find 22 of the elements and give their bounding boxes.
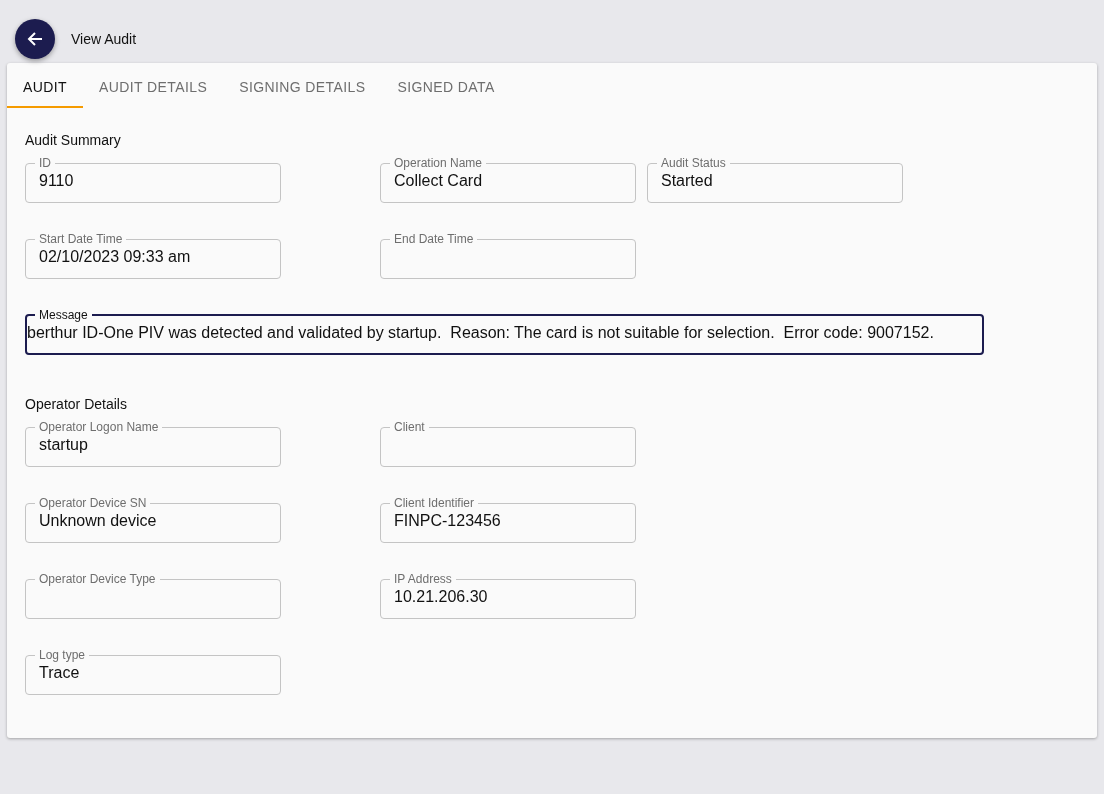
tab[interactable]: SIGNING DETAILS xyxy=(223,71,382,108)
text-field[interactable]: End Date Time xyxy=(380,232,636,279)
text-field[interactable]: Log type Trace xyxy=(25,648,281,695)
text-field[interactable]: Client Identifier FINPC-123456 xyxy=(380,496,636,543)
text-field[interactable]: Operator Device Type xyxy=(25,572,281,619)
tab[interactable]: AUDIT xyxy=(7,71,83,108)
section-title: Audit Summary xyxy=(25,131,121,150)
text-field[interactable]: Operator Logon Name startup xyxy=(25,420,281,467)
back-arrow-icon xyxy=(26,30,44,48)
text-field[interactable]: Operator Device SN Unknown device xyxy=(25,496,281,543)
page-title: View Audit xyxy=(71,29,137,49)
text-field[interactable]: IP Address 10.21.206.30 xyxy=(380,572,636,619)
text-field[interactable]: Client xyxy=(380,420,636,467)
section-title: Operator Details xyxy=(25,395,127,414)
tab[interactable]: AUDIT DETAILS xyxy=(83,71,224,108)
text-field[interactable]: Start Date Time 02/10/2023 09:33 am xyxy=(25,232,281,279)
text-field[interactable]: ID 9110 xyxy=(25,156,281,203)
text-field[interactable]: Operation Name Collect Card xyxy=(380,156,636,203)
text-field[interactable]: Audit Status Started xyxy=(647,156,903,203)
tab[interactable]: SIGNED DATA xyxy=(381,71,511,108)
text-field[interactable]: Message berthur ID-One PIV was detected and validated by startup. Reason: The card is not suitable for selection. Error code: 9007152. xyxy=(25,308,984,355)
back-button[interactable] xyxy=(15,19,55,59)
